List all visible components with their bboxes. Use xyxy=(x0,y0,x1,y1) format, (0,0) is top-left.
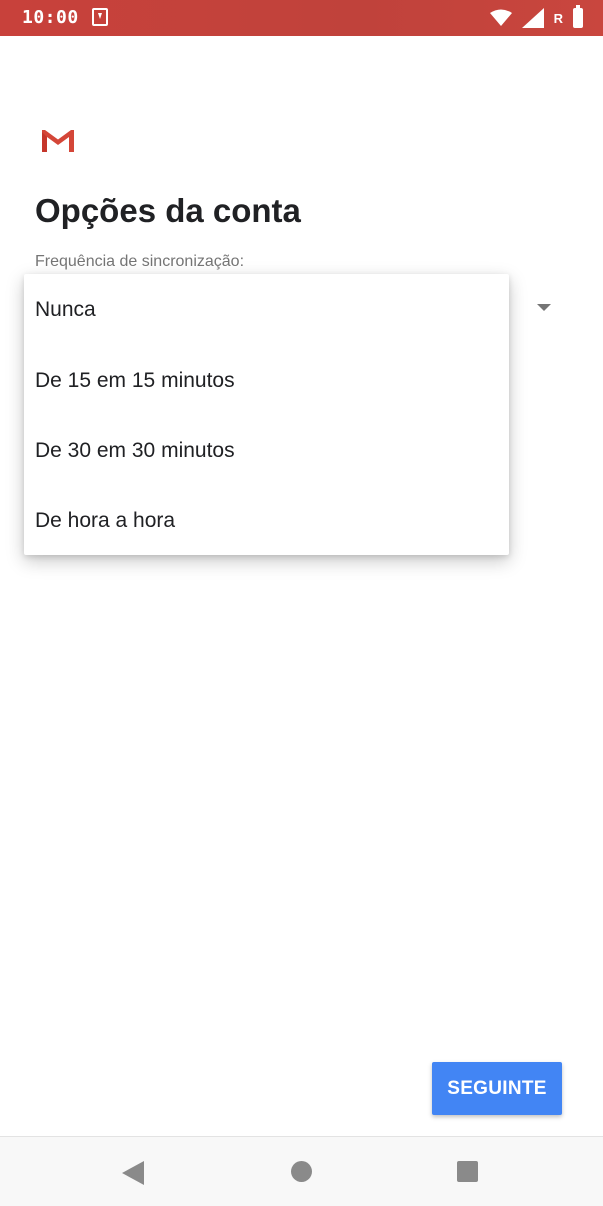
next-button[interactable]: SEGUINTE xyxy=(432,1062,562,1115)
sync-frequency-label: Frequência de sincronização: xyxy=(35,253,245,270)
status-bar: 10:00 R xyxy=(0,0,603,36)
navigation-bar xyxy=(0,1136,603,1206)
signal-icon xyxy=(521,8,544,28)
recents-icon[interactable] xyxy=(457,1161,478,1182)
status-icons: R xyxy=(489,5,583,28)
sync-frequency-dropdown: Nunca De 15 em 15 minutos De 30 em 30 mi… xyxy=(24,274,509,555)
option-15-min[interactable]: De 15 em 15 minutos xyxy=(24,346,509,416)
download-icon xyxy=(92,8,108,26)
back-icon[interactable] xyxy=(122,1161,144,1185)
wifi-icon xyxy=(489,9,512,26)
option-30-min[interactable]: De 30 em 30 minutos xyxy=(24,416,509,486)
status-time: 10:00 xyxy=(22,7,79,28)
battery-icon xyxy=(573,5,583,28)
roaming-indicator: R xyxy=(553,10,563,26)
home-icon[interactable] xyxy=(291,1161,312,1182)
page-title: Opções da conta xyxy=(35,192,301,229)
option-never[interactable]: Nunca xyxy=(24,274,509,346)
gmail-logo xyxy=(40,128,76,154)
dropdown-arrow-icon[interactable] xyxy=(537,304,551,311)
option-hourly[interactable]: De hora a hora xyxy=(24,486,509,556)
